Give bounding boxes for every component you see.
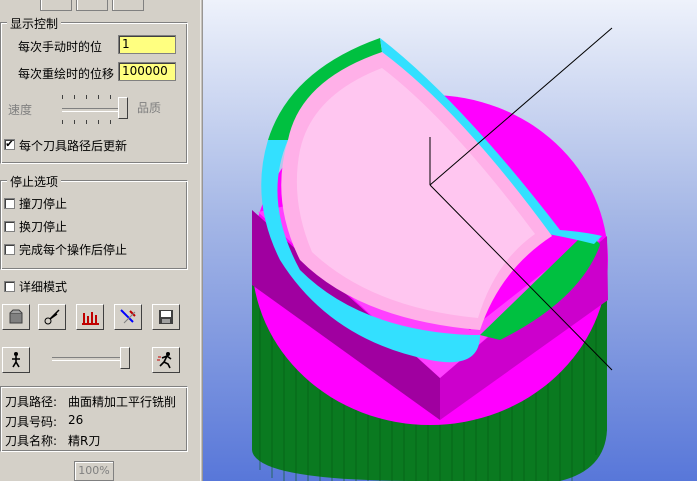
redraw-input[interactable] bbox=[118, 62, 176, 81]
tool-cut-icon bbox=[44, 309, 60, 325]
slider-tick bbox=[62, 95, 63, 99]
top-stop-button[interactable] bbox=[76, 0, 108, 11]
slider-tick bbox=[98, 95, 99, 99]
display-control-title: 显示控制 bbox=[7, 15, 62, 32]
stock-button[interactable] bbox=[2, 304, 30, 330]
playback-speed-thumb[interactable] bbox=[120, 347, 130, 369]
step-button[interactable] bbox=[2, 347, 30, 373]
machined-part-render bbox=[252, 27, 613, 481]
stop-after-operation-label: 完成每个操作后停止 bbox=[19, 243, 128, 257]
tool-name-label: 刀具名称: bbox=[5, 434, 58, 448]
slider-tick bbox=[110, 120, 111, 124]
tool-path-button[interactable] bbox=[114, 304, 142, 330]
tool-name-value: 精R刀 bbox=[68, 434, 101, 448]
simulation-control-panel: 显示控制 每次手动时的位 每次重绘时的位移 速度 品质 ✔ 每个刀具路径后更新 … bbox=[0, 0, 200, 481]
update-each-path-checkbox[interactable]: ✔ bbox=[4, 139, 15, 150]
tool-display-button[interactable] bbox=[38, 304, 66, 330]
tool-path-label: 刀具路径: bbox=[5, 395, 58, 409]
stop-on-tool-change-checkbox[interactable] bbox=[4, 221, 15, 232]
slider-tick bbox=[74, 120, 75, 124]
playback-speed-track bbox=[52, 357, 130, 361]
run-button[interactable] bbox=[152, 347, 180, 373]
stop-after-operation-checkbox[interactable] bbox=[4, 244, 15, 255]
tool-number-label: 刀具号码: bbox=[5, 415, 58, 429]
stop-on-collision-label: 撞刀停止 bbox=[19, 197, 68, 211]
top-pause-button[interactable] bbox=[112, 0, 144, 11]
slider-tick bbox=[86, 95, 87, 99]
slider-tick bbox=[110, 95, 111, 99]
progress-indicator: 100% bbox=[74, 461, 114, 481]
tool-number-value: 26 bbox=[68, 413, 84, 427]
tool-path-value: 曲面精加工平行铣削 bbox=[68, 395, 177, 409]
top-view-button[interactable] bbox=[40, 0, 72, 11]
slider-tick bbox=[86, 120, 87, 124]
quality-label: 品质 bbox=[137, 101, 162, 115]
verbose-mode-label: 详细模式 bbox=[19, 280, 68, 294]
stop-on-collision-checkbox[interactable] bbox=[4, 198, 15, 209]
verbose-mode-checkbox[interactable] bbox=[4, 281, 15, 292]
run-icon bbox=[157, 352, 172, 369]
speed-label: 速度 bbox=[8, 103, 33, 117]
pin-icon bbox=[120, 309, 136, 324]
step-input[interactable] bbox=[118, 35, 176, 54]
chart-bars-icon bbox=[82, 312, 99, 325]
update-each-path-label: 每个刀具路径后更新 bbox=[19, 139, 128, 153]
simulation-viewport[interactable] bbox=[203, 0, 697, 481]
step-label: 每次手动时的位 bbox=[18, 40, 103, 54]
statistics-button[interactable] bbox=[76, 304, 104, 330]
slider-tick bbox=[62, 120, 63, 124]
stock-icon bbox=[9, 309, 23, 324]
quality-slider-thumb[interactable] bbox=[118, 97, 128, 119]
walk-icon bbox=[12, 352, 20, 368]
save-button[interactable] bbox=[152, 304, 180, 330]
redraw-label: 每次重绘时的位移 bbox=[18, 67, 115, 81]
save-icon bbox=[159, 310, 173, 324]
stop-options-title: 停止选项 bbox=[7, 173, 62, 190]
slider-tick bbox=[98, 120, 99, 124]
stop-on-tool-change-label: 换刀停止 bbox=[19, 220, 68, 234]
slider-tick bbox=[74, 95, 75, 99]
